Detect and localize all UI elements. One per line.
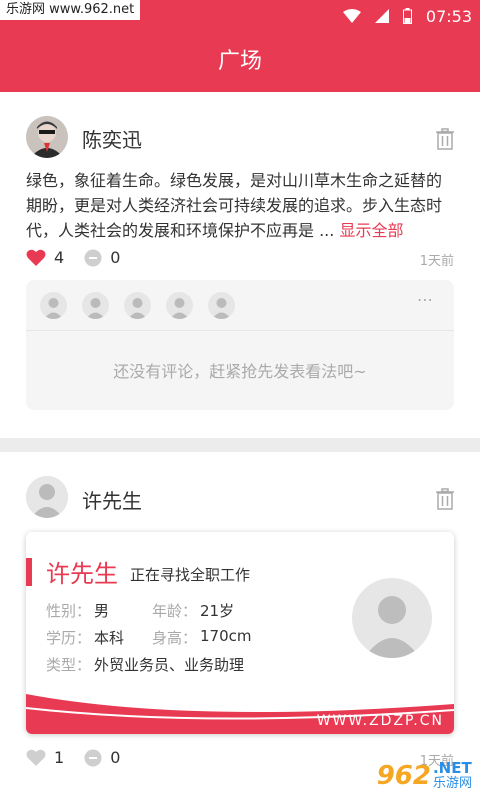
heart-icon[interactable] (26, 249, 46, 267)
author-name[interactable]: 许先生 (82, 485, 142, 514)
status-time: 07:53 (425, 6, 472, 26)
type-label: 类型： (46, 656, 92, 674)
resume-name: 许先生 (46, 560, 118, 588)
resume-status: 正在寻找全职工作 (130, 566, 251, 584)
signal-icon (374, 9, 389, 23)
post-time: 1天前 (419, 254, 454, 269)
battery-icon (402, 8, 412, 24)
liker-avatar[interactable] (124, 292, 151, 319)
empty-comment-text: 还没有评论，赶紧抢先发表看法吧~ (113, 362, 367, 381)
show-all-link[interactable]: 显示全部 (339, 221, 403, 240)
like-count: 1 (54, 748, 65, 767)
avatar[interactable] (26, 116, 68, 158)
watermark-bottom: 962 .NET 乐游网 (377, 756, 472, 796)
age-label: 年龄： (152, 602, 198, 620)
wifi-icon (342, 9, 361, 23)
type-value: 外贸业务员、业务助理 (94, 656, 245, 674)
watermark-number: 962 (376, 761, 431, 791)
trash-icon[interactable] (436, 488, 454, 510)
comment-icon[interactable] (84, 749, 102, 767)
gender-value: 男 (94, 602, 110, 620)
liker-avatar[interactable] (166, 292, 193, 319)
comment-icon[interactable] (84, 249, 102, 267)
education-value: 本科 (94, 629, 125, 647)
watermark-top: 乐游网 www.962.net (0, 0, 141, 20)
liker-avatars (40, 292, 235, 319)
liker-avatar[interactable] (40, 292, 67, 319)
heart-icon[interactable] (26, 749, 46, 767)
page-title: 广场 (0, 32, 480, 92)
post-text: 绿色，象征着生命。绿色发展，是对山川草木生命之延替的期盼，更是对人类经济社会可持… (26, 168, 456, 243)
post-card: 陈奕迅 绿色，象征着生命。绿色发展，是对山川草木生命之延替的期盼，更是对人类经济… (0, 92, 480, 438)
accent-bar (26, 558, 32, 586)
avatar[interactable] (26, 476, 68, 518)
resume-photo (352, 578, 432, 658)
height-label: 身高： (152, 629, 198, 647)
resume-card[interactable]: 许先生 正在寻找全职工作 性别： 男 年龄： 21岁 学历： 本科 身高： 17… (26, 532, 454, 734)
post-card: 许先生 许先生 正在寻找全职工作 性别： 男 年龄： 21岁 学历： 本科 身高… (0, 452, 480, 800)
gender-label: 性别： (46, 602, 92, 620)
watermark-net: .NET (432, 759, 472, 777)
education-label: 学历： (46, 629, 92, 647)
comment-box: ⋯ 还没有评论，赶紧抢先发表看法吧~ (26, 280, 454, 410)
liker-avatar[interactable] (208, 292, 235, 319)
divider (26, 330, 454, 331)
like-count: 4 (54, 248, 65, 267)
height-value: 170cm (200, 627, 252, 645)
watermark-cn: 乐游网 (432, 776, 472, 791)
comment-count: 0 (110, 748, 121, 767)
resume-site: WWW.ZDZP.CN (316, 713, 444, 729)
author-name[interactable]: 陈奕迅 (82, 124, 142, 153)
comment-count: 0 (110, 248, 121, 267)
status-bar: 乐游网 www.962.net 07:53 (0, 0, 480, 32)
more-icon[interactable]: ⋯ (417, 290, 434, 309)
trash-icon[interactable] (436, 128, 454, 150)
age-value: 21岁 (200, 602, 235, 620)
liker-avatar[interactable] (82, 292, 109, 319)
